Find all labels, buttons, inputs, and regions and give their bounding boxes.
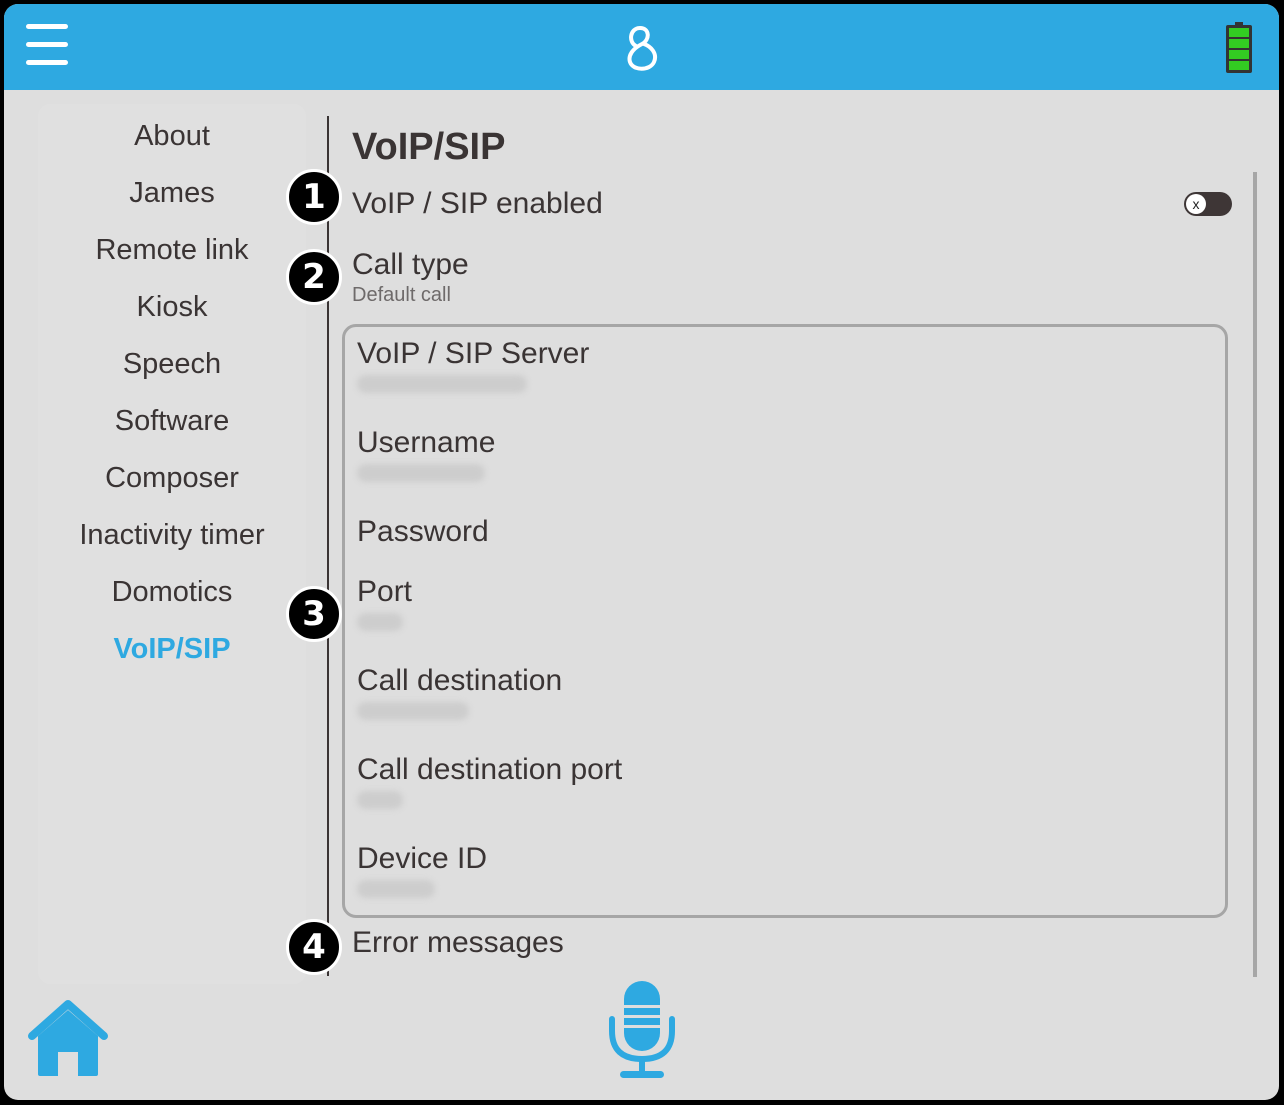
device-id-field[interactable]: Device ID [blurred] xyxy=(357,842,487,898)
sip-server-value: [blurred] xyxy=(357,375,527,393)
call-destination-port-value: [blurred] xyxy=(357,791,403,809)
voip-enabled-toggle[interactable]: x xyxy=(1184,192,1232,216)
app-screen: About James Remote link Kiosk Speech Sof… xyxy=(4,4,1279,1100)
port-value: [blurred] xyxy=(357,613,403,631)
sidebar-item-composer[interactable]: Composer xyxy=(4,450,340,507)
device-id-label: Device ID xyxy=(357,842,488,875)
call-type-label: Call type xyxy=(352,248,469,281)
app-logo-icon xyxy=(627,25,657,71)
call-destination-label: Call destination xyxy=(357,664,563,697)
password-label: Password xyxy=(357,515,489,548)
vertical-divider xyxy=(327,116,329,976)
username-value: [blurred] xyxy=(357,464,485,482)
microphone-icon[interactable] xyxy=(606,979,678,1081)
sidebar-item-about[interactable]: About xyxy=(4,108,340,165)
voip-enabled-label: VoIP / SIP enabled xyxy=(352,187,603,220)
page-title: VoIP/SIP xyxy=(352,126,506,168)
sidebar-item-software[interactable]: Software xyxy=(4,393,340,450)
call-type-row[interactable]: Call type Default call xyxy=(352,248,469,307)
callout-badge-1: 1 xyxy=(286,169,342,225)
device-id-value: [blurred] xyxy=(357,880,435,898)
content-scrollbar[interactable] xyxy=(1253,172,1257,977)
sip-settings-group: VoIP / SIP Server [blurred] Username [bl… xyxy=(342,324,1228,918)
voip-enabled-row[interactable]: VoIP / SIP enabled xyxy=(352,184,1232,224)
top-bar xyxy=(4,4,1279,90)
sidebar-item-speech[interactable]: Speech xyxy=(4,336,340,393)
home-icon[interactable] xyxy=(26,998,110,1078)
call-type-value: Default call xyxy=(352,284,451,306)
username-field[interactable]: Username [blurred] xyxy=(357,426,495,482)
port-label: Port xyxy=(357,575,413,608)
port-field[interactable]: Port [blurred] xyxy=(357,575,412,631)
call-destination-port-field[interactable]: Call destination port [blurred] xyxy=(357,753,622,809)
callout-badge-3: 3 xyxy=(286,586,342,642)
callout-badge-4: 4 xyxy=(286,919,342,975)
settings-sidebar: About James Remote link Kiosk Speech Sof… xyxy=(38,104,306,984)
sip-server-label: VoIP / SIP Server xyxy=(357,337,590,370)
call-destination-value: [blurred] xyxy=(357,702,469,720)
settings-content: VoIP/SIP VoIP / SIP enabled x Call type … xyxy=(342,114,1232,959)
hamburger-menu-icon[interactable] xyxy=(26,24,68,68)
callout-badge-2: 2 xyxy=(286,249,342,305)
sidebar-item-voip-sip[interactable]: VoIP/SIP xyxy=(4,621,340,678)
call-destination-port-label: Call destination port xyxy=(357,753,623,786)
call-destination-field[interactable]: Call destination [blurred] xyxy=(357,664,562,720)
sidebar-item-inactivity-timer[interactable]: Inactivity timer xyxy=(4,507,340,564)
password-field[interactable]: Password xyxy=(357,515,489,549)
error-messages-row[interactable]: Error messages xyxy=(352,926,564,960)
toggle-off-x-icon: x xyxy=(1186,194,1206,214)
username-label: Username xyxy=(357,426,496,459)
battery-full-icon xyxy=(1226,22,1252,73)
sip-server-field[interactable]: VoIP / SIP Server [blurred] xyxy=(357,337,589,393)
error-messages-label: Error messages xyxy=(352,926,564,959)
